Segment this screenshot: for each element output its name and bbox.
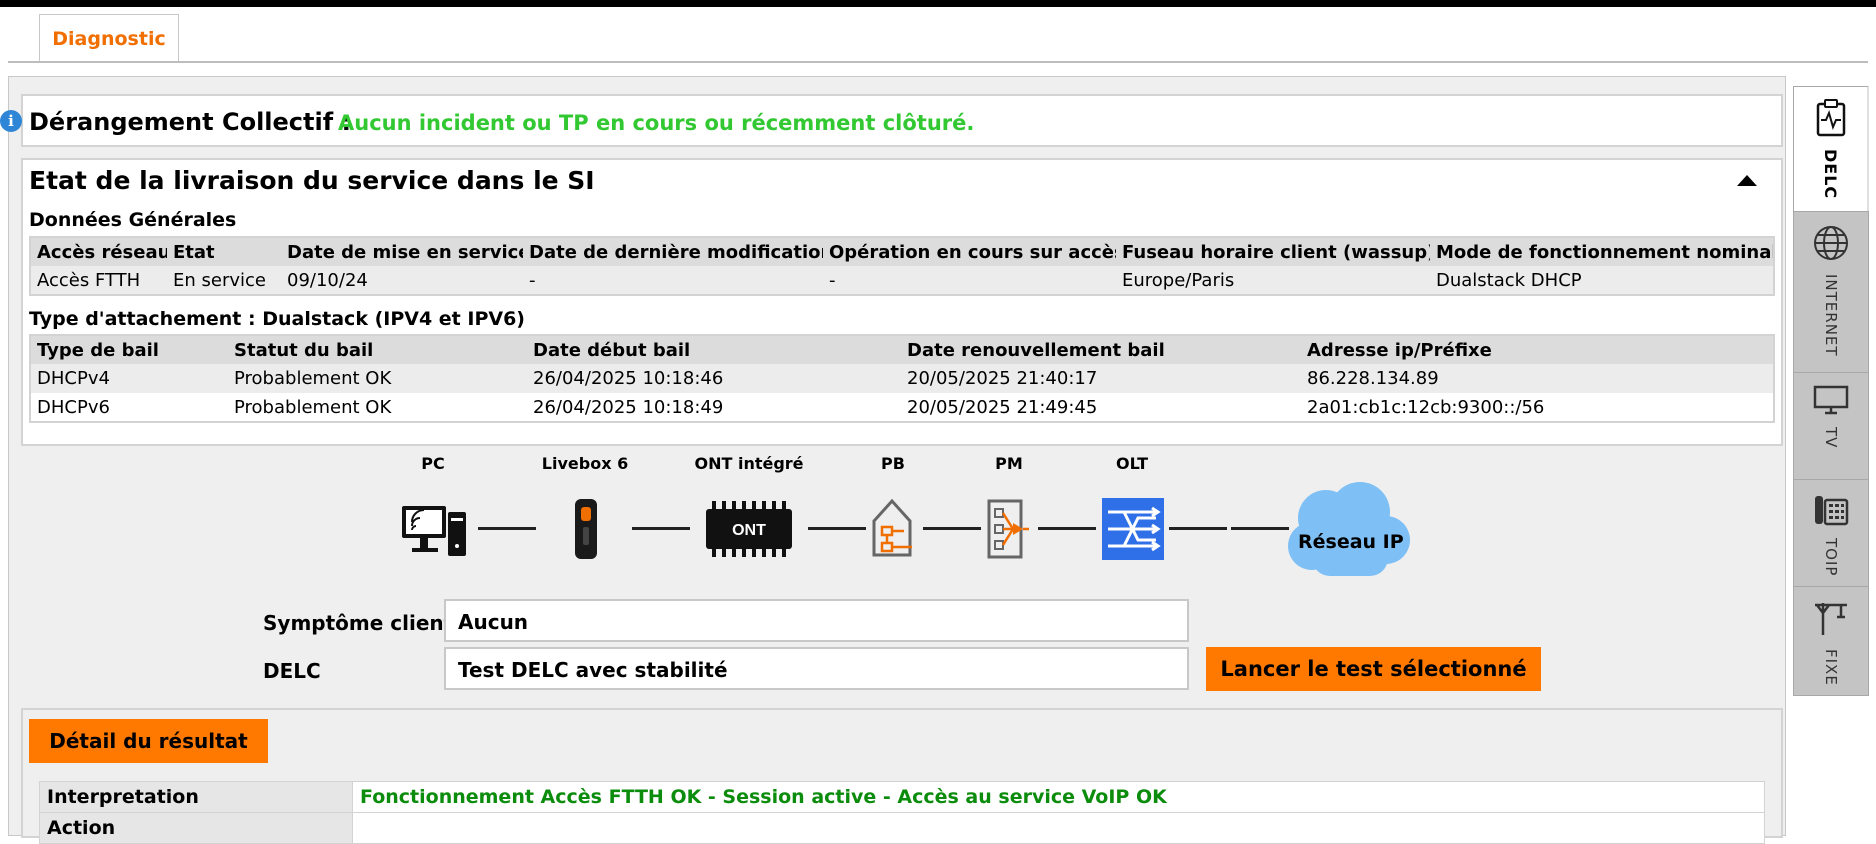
sidebar-tab-delc[interactable]: DELC [1793, 86, 1869, 214]
column-header: Adresse ip/Préfixe [1301, 335, 1774, 364]
olt-icon[interactable] [1102, 498, 1164, 560]
table-cell: 26/04/2025 10:18:49 [527, 393, 901, 422]
result-key: Interpretation [39, 781, 353, 813]
table-cell: Accès FTTH [30, 266, 167, 295]
general-data-title: Données Générales [29, 209, 237, 231]
sidebar-label: INTERNET [1822, 274, 1840, 357]
launch-test-button[interactable]: Lancer le test sélectionné [1206, 647, 1541, 691]
info-icon[interactable]: i [0, 110, 22, 132]
topology-label-ont: ONT intégré [694, 454, 804, 473]
table-cell: Probablement OK [228, 393, 527, 422]
delc-label: DELC [263, 659, 321, 683]
sidebar-tab-internet[interactable]: INTERNET [1793, 211, 1869, 373]
link-line [923, 527, 981, 530]
column-header: Accès réseau [30, 237, 167, 266]
lease-table: Type de bail Statut du bail Date début b… [29, 334, 1775, 423]
table-row: DHCPv4 Probablement OK 26/04/2025 10:18:… [30, 364, 1774, 393]
table-row: Action [39, 812, 1765, 844]
table-cell: DHCPv6 [30, 393, 228, 422]
monitor-icon [1813, 385, 1849, 415]
result-detail-button[interactable]: Détail du résultat [29, 719, 268, 763]
table-cell: - [823, 266, 1116, 295]
pole-icon [1815, 603, 1847, 635]
livebox-icon[interactable] [572, 497, 600, 561]
column-header: Date renouvellement bail [901, 335, 1301, 364]
globe-icon [1814, 226, 1848, 260]
sidebar-label: FIXE [1822, 649, 1840, 686]
link-line [808, 527, 866, 530]
column-header: Mode de fonctionnement nominal [1430, 237, 1774, 266]
table-cell: Probablement OK [228, 364, 527, 393]
table-cell: 20/05/2025 21:40:17 [901, 364, 1301, 393]
table-cell: 26/04/2025 10:18:46 [527, 364, 901, 393]
table-cell: 20/05/2025 21:49:45 [901, 393, 1301, 422]
pb-icon[interactable] [870, 497, 916, 561]
table-row: DHCPv6 Probablement OK 26/04/2025 10:18:… [30, 393, 1774, 422]
link-line [1231, 527, 1289, 530]
topology-label-pb: PB [881, 454, 905, 473]
table-cell: 86.228.134.89 [1301, 364, 1774, 393]
sidebar-tab-tv[interactable]: TV [1793, 372, 1869, 480]
pm-icon[interactable] [985, 497, 1031, 561]
phone-icon [1815, 496, 1849, 526]
topology-label-pc: PC [421, 454, 445, 473]
column-header: Statut du bail [228, 335, 527, 364]
symptom-field[interactable]: Aucun [444, 599, 1189, 642]
collapse-caret-icon[interactable] [1737, 175, 1757, 186]
result-table: Interpretation Fonctionnement Accès FTTH… [39, 781, 1765, 844]
sidebar-label: DELC [1821, 149, 1840, 200]
link-line [632, 527, 690, 530]
table-header-row: Accès réseau Etat Date de mise en servic… [30, 237, 1774, 266]
table-cell: 09/10/24 [281, 266, 523, 295]
cloud-label: Réseau IP [1298, 531, 1404, 553]
sidebar-label: TV [1822, 427, 1840, 449]
table-row: Interpretation Fonctionnement Accès FTTH… [39, 781, 1765, 813]
table-cell: - [523, 266, 823, 295]
topology-label-pm: PM [995, 454, 1023, 473]
result-value: Fonctionnement Accès FTTH OK - Session a… [352, 781, 1765, 813]
table-cell: En service [167, 266, 281, 295]
column-header: Opération en cours sur accès [823, 237, 1116, 266]
table-cell: DHCPv4 [30, 364, 228, 393]
link-line [1038, 527, 1096, 530]
symptom-label: Symptôme client [263, 611, 454, 635]
table-cell: Europe/Paris [1116, 266, 1430, 295]
table-row: Accès FTTH En service 09/10/24 - - Europ… [30, 266, 1774, 295]
result-key: Action [39, 812, 353, 844]
attachment-title: Type d'attachement : Dualstack (IPV4 et … [29, 308, 525, 330]
derangement-title: Dérangement Collectif : [29, 108, 352, 136]
cloud-icon[interactable] [1286, 478, 1412, 580]
tab-divider [8, 61, 1868, 63]
delc-test-select[interactable]: Test DELC avec stabilité [444, 647, 1189, 690]
column-header: Date début bail [527, 335, 901, 364]
top-bar [0, 0, 1876, 7]
sidebar-label: TOIP [1822, 538, 1840, 577]
column-header: Etat [167, 237, 281, 266]
topology-label-livebox: Livebox 6 [541, 454, 629, 473]
ont-text: ONT [732, 522, 766, 539]
column-header: Date de dernière modification [523, 237, 823, 266]
column-header: Fuseau horaire client (wassup) [1116, 237, 1430, 266]
service-delivery-title: Etat de la livraison du service dans le … [29, 166, 595, 195]
right-sidebar: DELC INTERNET TV TOIP FIXE [1793, 76, 1869, 836]
link-line [478, 527, 536, 530]
ont-icon[interactable]: ONT [704, 497, 794, 561]
column-header: Type de bail [30, 335, 228, 364]
sidebar-tab-fixe[interactable]: FIXE [1793, 586, 1869, 696]
link-line [1169, 527, 1227, 530]
table-cell: 2a01:cb1c:12cb:9300::/56 [1301, 393, 1774, 422]
tab-diagnostic[interactable]: Diagnostic [39, 14, 179, 62]
general-data-table: Accès réseau Etat Date de mise en servic… [29, 236, 1775, 296]
sidebar-tab-toip[interactable]: TOIP [1793, 479, 1869, 587]
pc-icon[interactable] [400, 500, 470, 560]
table-header-row: Type de bail Statut du bail Date début b… [30, 335, 1774, 364]
result-value [352, 812, 1765, 844]
table-cell: Dualstack DHCP [1430, 266, 1774, 295]
topology-label-olt: OLT [1115, 454, 1149, 473]
column-header: Date de mise en service [281, 237, 523, 266]
derangement-status: Aucun incident ou TP en cours ou récemme… [338, 111, 975, 135]
clipboard-pulse-icon [1816, 99, 1845, 137]
